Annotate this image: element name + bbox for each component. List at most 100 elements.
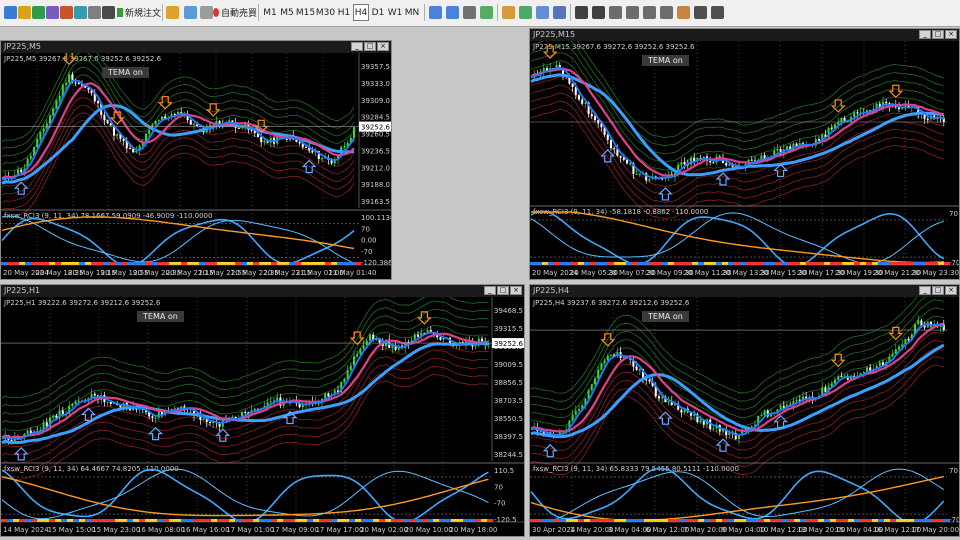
- toolbar-separator: [570, 4, 571, 21]
- chart-canvas[interactable]: JP225,H4 39237.6 39272.6 39212.6 39252.6…: [530, 285, 959, 536]
- price-tick-label: 38550.5: [494, 415, 523, 423]
- mid-moving-average-line: [530, 68, 945, 177]
- rci-long-line: [1, 476, 489, 517]
- navigator-icon[interactable]: [60, 6, 73, 19]
- vertical-line-icon[interactable]: [609, 6, 622, 19]
- chart-info-line: JP225,M15 39267.6 39272.6 39252.6 39252.…: [532, 43, 695, 51]
- time-tick-label: 20 May 23:30: [911, 269, 959, 277]
- buy-signal-arrow-icon: [13, 447, 29, 461]
- arrow-icon[interactable]: [711, 6, 724, 19]
- chart-window-h4[interactable]: JP225,H4 39237.6 39272.6 39212.6 39252.6…: [529, 284, 960, 537]
- new-chart-icon[interactable]: [4, 6, 17, 19]
- price-tick-label: 39212.0: [361, 164, 390, 172]
- chart-shift-icon[interactable]: [502, 6, 515, 19]
- tile-icon[interactable]: [463, 6, 476, 19]
- chart-window-m5[interactable]: JP225,M5 39267.6 39267.6 39252.6 39252.6…: [0, 40, 392, 280]
- close-button[interactable]: ×: [945, 30, 957, 39]
- window-title: JP225,H4: [533, 286, 570, 295]
- minimize-button[interactable]: _: [919, 286, 931, 295]
- market-watch-icon[interactable]: [46, 6, 59, 19]
- timeframe-h1-button[interactable]: H1: [336, 4, 352, 21]
- trendline-icon[interactable]: [643, 6, 656, 19]
- buy-signal-arrow-icon: [715, 172, 731, 186]
- time-tick-label: 14 May 2024: [3, 526, 49, 534]
- tema-status-badge: TEMA on: [642, 55, 689, 66]
- oscillator-tick-label: 110.5: [494, 467, 514, 475]
- maximize-button[interactable]: □: [364, 42, 376, 51]
- toolbar-separator: [162, 4, 163, 21]
- window-title: JP225,H1: [4, 286, 41, 295]
- rci-long-line: [1, 216, 355, 250]
- buy-signal-arrow-icon: [600, 148, 616, 163]
- timeframe-m5-button[interactable]: M5: [279, 4, 295, 21]
- close-button[interactable]: ×: [510, 286, 522, 295]
- time-tick-label: 16 May 08:00: [137, 526, 185, 534]
- meta-editor-icon[interactable]: [166, 6, 179, 19]
- auto-trade-button[interactable]: 自動売買: [212, 4, 258, 21]
- new-order-icon[interactable]: [102, 6, 115, 19]
- price-tick-label: 39188.0: [361, 181, 390, 189]
- periods-icon[interactable]: [536, 6, 549, 19]
- minimize-button[interactable]: _: [484, 286, 496, 295]
- close-button[interactable]: ×: [945, 286, 957, 295]
- price-tick-label: 38703.5: [494, 397, 523, 405]
- sell-signal-arrow-icon: [888, 84, 904, 99]
- timeframe-d1-button[interactable]: D1: [370, 4, 386, 21]
- close-button[interactable]: ×: [377, 42, 389, 51]
- toolbar-separator: [497, 4, 498, 21]
- timeframe-w1-button[interactable]: W1: [387, 4, 403, 21]
- timeframe-mn-button[interactable]: MN: [404, 4, 420, 21]
- templates-icon[interactable]: [553, 6, 566, 19]
- maximize-button[interactable]: □: [497, 286, 509, 295]
- text-icon[interactable]: [694, 6, 707, 19]
- sell-signal-arrow-icon: [157, 96, 173, 110]
- oscillator-tick-label: -70: [361, 248, 372, 256]
- price-tick-label: 39309.0: [361, 97, 390, 105]
- price-tick-label: 39236.5: [361, 147, 390, 155]
- trend-color-strip: [530, 262, 950, 265]
- minimize-button[interactable]: _: [351, 42, 363, 51]
- main-toolbar: 新規注文 自動売買 M1 M5 M15 M30 H1 H4 D1 W1 MN: [0, 0, 960, 27]
- rci-short-line: [530, 211, 945, 266]
- timeframe-m15-button[interactable]: M15: [296, 4, 315, 21]
- chart-canvas[interactable]: JP225,H1 39222.6 39272.6 39212.6 39252.6…: [1, 285, 524, 536]
- timeframe-m1-button[interactable]: M1: [262, 4, 278, 21]
- time-tick-label: 17 May 01:00: [226, 526, 274, 534]
- terminal-icon[interactable]: [74, 6, 87, 19]
- chart-canvas[interactable]: JP225,M5 39267.6 39267.6 39252.6 39252.6…: [1, 41, 391, 279]
- chart-canvas[interactable]: JP225,M15 39267.6 39272.6 39252.6 39252.…: [530, 29, 959, 279]
- timeframe-h4-button[interactable]: H4: [353, 4, 369, 21]
- timeframe-m30-button[interactable]: M30: [316, 4, 335, 21]
- chart-window-h1[interactable]: JP225,H1 39222.6 39272.6 39212.6 39252.6…: [0, 284, 525, 537]
- fibo-icon[interactable]: [677, 6, 690, 19]
- zoom-out-icon[interactable]: [446, 6, 459, 19]
- price-tick-label: 39357.5: [361, 63, 390, 71]
- chart-info-line: JP225,M5 39267.6 39267.6 39252.6 39252.6: [3, 55, 162, 63]
- auto-trade-icon[interactable]: [184, 6, 197, 19]
- zoom-in-icon[interactable]: [200, 6, 213, 19]
- cursor-icon[interactable]: [575, 6, 588, 19]
- indicators-icon[interactable]: [519, 6, 532, 19]
- minimize-button[interactable]: _: [919, 30, 931, 39]
- maximize-button[interactable]: □: [932, 30, 944, 39]
- time-tick-label: 17 May 17:00: [315, 526, 363, 534]
- price-tick-label: 39163.5: [361, 198, 390, 206]
- zoom-in-icon[interactable]: [429, 6, 442, 19]
- price-tick-label: 39468.5: [494, 307, 523, 315]
- buy-signal-arrow-icon: [657, 411, 673, 425]
- crosshair-icon[interactable]: [592, 6, 605, 19]
- maximize-button[interactable]: □: [932, 286, 944, 295]
- window-title-bar: JP225,M5: [1, 41, 391, 53]
- chart-window-m15[interactable]: JP225,M15 39267.6 39272.6 39252.6 39252.…: [529, 28, 960, 280]
- channel-icon[interactable]: [660, 6, 673, 19]
- toolbar-separator: [258, 4, 259, 21]
- auto-trade-icon: [213, 8, 219, 17]
- new-order-button[interactable]: 新規注文: [116, 4, 162, 21]
- profiles-icon[interactable]: [18, 6, 31, 19]
- autoscroll-icon[interactable]: [480, 6, 493, 19]
- horizontal-line-icon[interactable]: [626, 6, 639, 19]
- zoom-window-icon[interactable]: [32, 6, 45, 19]
- tester-icon[interactable]: [88, 6, 101, 19]
- window-title: JP225,M5: [4, 42, 41, 51]
- tema-status-badge: TEMA on: [137, 311, 184, 322]
